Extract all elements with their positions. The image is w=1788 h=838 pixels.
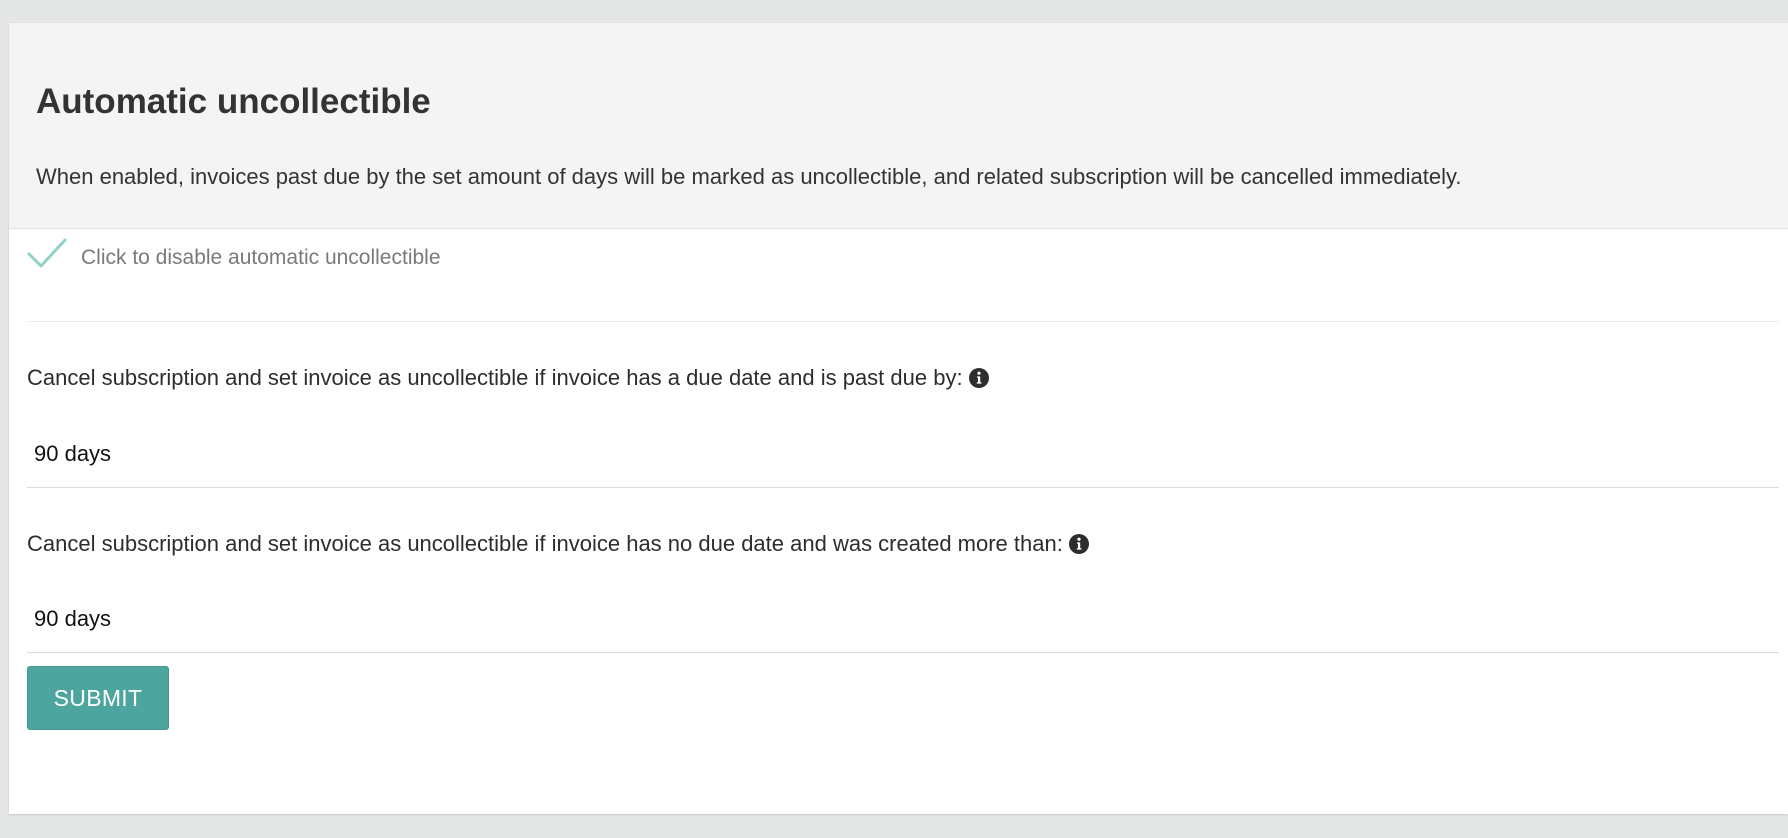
no-due-date-label-text: Cancel subscription and set invoice as u… (27, 531, 1063, 556)
info-icon[interactable] (1068, 534, 1089, 555)
due-date-days-select[interactable]: 90 days (27, 429, 1779, 488)
settings-card: Automatic uncollectible When enabled, in… (9, 23, 1788, 814)
page-title: Automatic uncollectible (36, 82, 431, 121)
section-description: When enabled, invoices past due by the s… (36, 164, 1462, 189)
no-due-date-days-select[interactable]: 90 days (27, 594, 1779, 653)
due-date-days-value: 90 days (34, 441, 112, 466)
toggle-label: Click to disable automatic uncollectible (81, 246, 441, 269)
due-date-label-text: Cancel subscription and set invoice as u… (27, 365, 963, 390)
disable-automatic-uncollectible-toggle[interactable]: Click to disable automatic uncollectible (27, 236, 1779, 322)
submit-button[interactable]: SUBMIT (27, 666, 169, 730)
info-icon[interactable] (968, 368, 989, 389)
no-due-date-days-value: 90 days (34, 606, 112, 631)
due-date-field-label: Cancel subscription and set invoice as u… (27, 364, 989, 393)
no-due-date-field-label: Cancel subscription and set invoice as u… (27, 530, 1089, 559)
checkmark-icon (27, 238, 67, 268)
card-header: Automatic uncollectible When enabled, in… (9, 23, 1788, 229)
